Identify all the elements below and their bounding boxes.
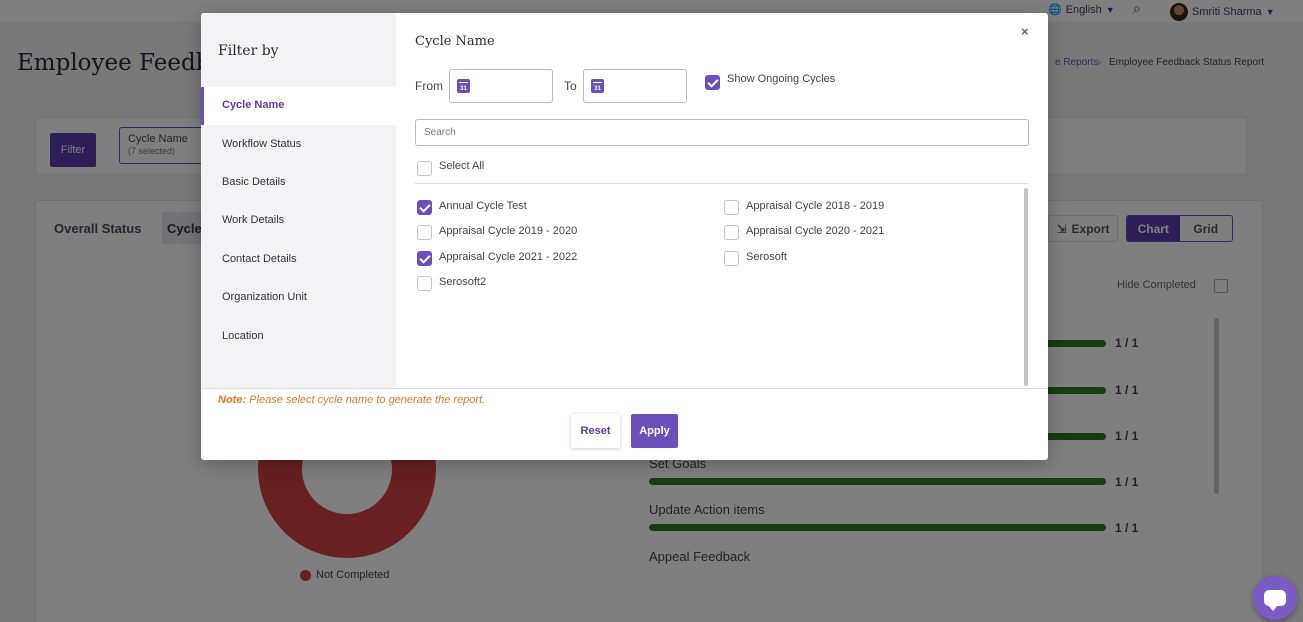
from-label: From [415, 79, 443, 93]
option-label[interactable]: Appraisal Cycle 2021 - 2022 [439, 251, 577, 263]
divider [415, 183, 1029, 184]
sidebar-item-cycle-name[interactable]: Cycle Name [201, 87, 396, 125]
option-checkbox[interactable] [417, 276, 432, 291]
select-all-checkbox[interactable] [417, 161, 432, 176]
calendar-icon[interactable]: 31 [591, 79, 604, 93]
calendar-icon[interactable]: 31 [457, 79, 470, 93]
option-label[interactable]: Appraisal Cycle 2019 - 2020 [439, 225, 577, 237]
chat-button[interactable] [1253, 576, 1297, 620]
sidebar-item-workflow-status[interactable]: Workflow Status [201, 126, 396, 164]
note-prefix: Note: [218, 394, 247, 406]
show-ongoing-label[interactable]: Show Ongoing Cycles [727, 73, 835, 85]
options-scrollbar[interactable] [1024, 188, 1028, 386]
apply-button[interactable]: Apply [631, 414, 678, 448]
option-checkbox[interactable] [417, 200, 432, 215]
close-icon[interactable]: × [1021, 24, 1029, 39]
note-body: Please select cycle name to generate the… [249, 394, 486, 406]
chat-icon [1264, 590, 1286, 611]
from-date-field[interactable]: 31 [449, 69, 553, 103]
modal-title: Filter by [218, 43, 279, 59]
option-checkbox[interactable] [417, 251, 432, 266]
option-checkbox[interactable] [417, 225, 432, 240]
filter-sidebar: Filter by Cycle Name Workflow Status Bas… [201, 13, 396, 388]
option-label[interactable]: Serosoft [746, 251, 787, 263]
sidebar-item-basic-details[interactable]: Basic Details [201, 164, 396, 202]
sidebar-item-location[interactable]: Location [201, 318, 396, 356]
sidebar-item-organization-unit[interactable]: Organization Unit [201, 279, 396, 317]
option-checkbox[interactable] [724, 251, 739, 266]
option-label[interactable]: Appraisal Cycle 2020 - 2021 [746, 225, 884, 237]
show-ongoing-checkbox[interactable] [705, 75, 720, 90]
option-checkbox[interactable] [724, 225, 739, 240]
to-date-field[interactable]: 31 [583, 69, 687, 103]
select-all-label[interactable]: Select All [439, 160, 484, 172]
note-text: Note: Please select cycle name to genera… [218, 394, 485, 406]
search-input[interactable] [415, 119, 1029, 146]
sidebar-item-contact-details[interactable]: Contact Details [201, 241, 396, 279]
footer-divider [201, 388, 1048, 389]
option-label[interactable]: Annual Cycle Test [439, 200, 527, 212]
reset-button[interactable]: Reset [571, 414, 620, 448]
to-label: To [564, 79, 577, 93]
filter-modal: Filter by Cycle Name Workflow Status Bas… [201, 13, 1048, 460]
option-label[interactable]: Serosoft2 [439, 276, 486, 288]
option-checkbox[interactable] [724, 200, 739, 215]
option-label[interactable]: Appraisal Cycle 2018 - 2019 [746, 200, 884, 212]
section-title: Cycle Name [415, 34, 495, 49]
sidebar-item-work-details[interactable]: Work Details [201, 202, 396, 240]
